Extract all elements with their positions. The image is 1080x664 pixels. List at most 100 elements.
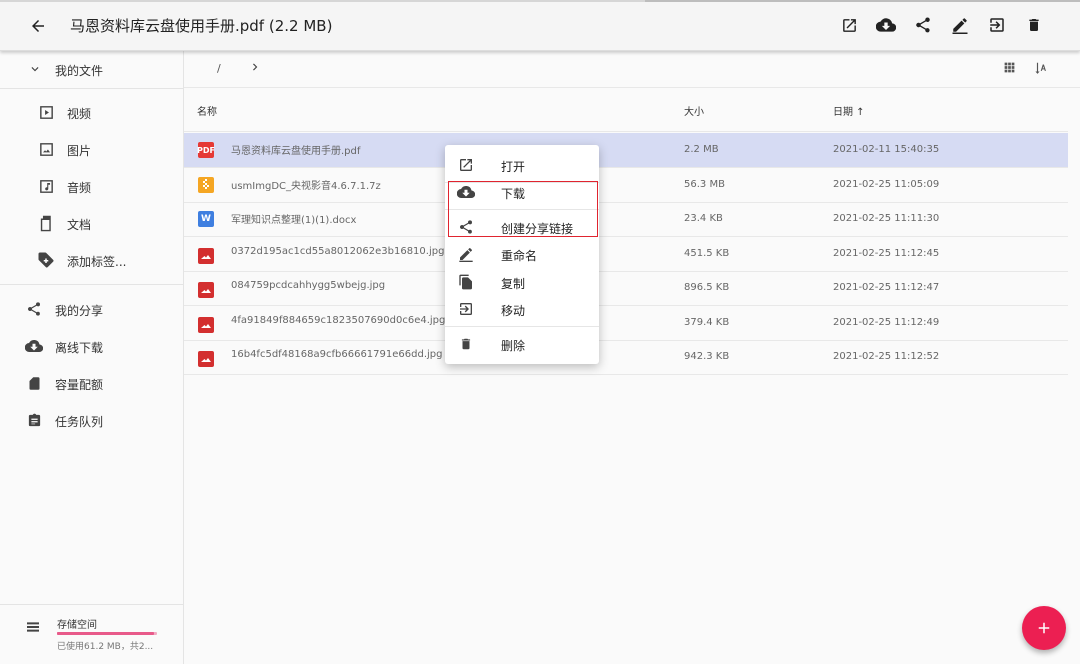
sidebar-item-add-tag[interactable]: 添加标签... (0, 242, 183, 278)
move-icon (457, 300, 475, 318)
sd-card-icon (25, 374, 43, 392)
image-file-icon (198, 248, 214, 264)
table-row[interactable]: 16b4fc5df48168a9cfb66661791e66dd.jpg 942… (184, 340, 1068, 375)
menu-item-label: 复制 (501, 277, 526, 291)
video-icon (37, 103, 55, 121)
sidebar-my-files[interactable]: 我的文件 (0, 51, 183, 87)
menu-item-move[interactable]: 移动 (445, 296, 599, 322)
file-browser: / 名称 大小 日期 ↑ PDF 马恩资料库云盘使用手册.pdf 2.2 MB … (184, 51, 1080, 664)
menu-item-copy[interactable]: 复制 (445, 269, 599, 295)
word-file-icon: W (198, 211, 214, 227)
sidebar-item-my-share[interactable]: 我的分享 (0, 291, 183, 327)
plus-icon (1038, 622, 1050, 634)
column-header-name[interactable]: 名称 (197, 103, 217, 118)
app-bar: 马恩资料库云盘使用手册.pdf (2.2 MB) (0, 0, 1080, 51)
table-row[interactable]: 084759pcdcahhygg5wbejg.jpg 896.5 KB 2021… (184, 271, 1068, 306)
table-row[interactable]: 4fa91849f884659c1823507690d0c6e4.jpg 379… (184, 306, 1068, 341)
open-button[interactable] (837, 13, 861, 37)
menu-item-label: 打开 (501, 160, 526, 174)
menu-item-label: 删除 (501, 339, 526, 353)
sidebar-item-task-queue[interactable]: 任务队列 (0, 402, 183, 438)
delete-icon (457, 335, 475, 353)
cloud-download-icon (25, 337, 43, 355)
table-row[interactable]: PDF 马恩资料库云盘使用手册.pdf 2.2 MB 2021-02-11 15… (184, 133, 1068, 168)
file-size: 942.3 KB (684, 351, 730, 362)
sidebar-item-document[interactable]: 文档 (0, 205, 183, 241)
file-date: 2021-02-25 11:11:30 (833, 213, 940, 224)
sidebar-item-quota[interactable]: 容量配额 (0, 365, 183, 401)
file-date: 2021-02-25 11:12:45 (833, 248, 940, 259)
rename-button[interactable] (948, 13, 972, 37)
clipboard-icon (25, 411, 43, 429)
audio-icon (37, 177, 55, 195)
table-row[interactable]: usmImgDC_央视影音4.6.7.1.7z 56.3 MB 2021-02-… (184, 168, 1068, 203)
top-edge-dark (645, 0, 1080, 2)
column-header-size[interactable]: 大小 (684, 103, 704, 118)
chevron-right-icon[interactable] (248, 60, 262, 77)
sidebar-my-files-label: 我的文件 (55, 64, 104, 78)
sidebar-item-offline-download[interactable]: 离线下载 (0, 328, 183, 364)
breadcrumb-root[interactable]: / (217, 62, 221, 75)
menu-divider (445, 326, 599, 327)
storage-list-icon (24, 619, 42, 638)
toolbar-actions (837, 13, 1046, 37)
sidebar-item-label: 容量配额 (55, 378, 104, 392)
menu-item-open[interactable]: 打开 (445, 152, 599, 178)
file-date: 2021-02-25 11:12:47 (833, 282, 940, 293)
storage-panel[interactable]: 存储空间 已使用61.2 MB，共2... (0, 604, 183, 664)
back-button[interactable] (26, 14, 50, 38)
archive-file-icon (198, 177, 214, 193)
copy-icon (457, 273, 475, 291)
edit-icon (457, 245, 475, 263)
open-in-new-icon (457, 156, 475, 174)
table-row[interactable]: W 军理知识点整理(1)(1).docx 23.4 KB 2021-02-25 … (184, 202, 1068, 237)
move-button[interactable] (985, 13, 1009, 37)
download-button[interactable] (874, 13, 898, 37)
arrow-left-icon (32, 20, 44, 32)
divider (0, 284, 183, 285)
column-header-date[interactable]: 日期 ↑ (833, 103, 865, 118)
table-row[interactable]: 0372d195ac1cd55a8012062e3b16810.jpg 451.… (184, 237, 1068, 272)
file-name: 084759pcdcahhygg5wbejg.jpg (231, 280, 386, 291)
file-date: 2021-02-11 15:40:35 (833, 144, 940, 155)
delete-button[interactable] (1022, 13, 1046, 37)
file-date: 2021-02-25 11:12:52 (833, 351, 940, 362)
table-header: 名称 大小 日期 ↑ (184, 89, 1068, 132)
file-size: 896.5 KB (684, 282, 730, 293)
file-name: 4fa91849f884659c1823507690d0c6e4.jpg (231, 315, 446, 326)
sidebar-item-image[interactable]: 图片 (0, 131, 183, 167)
share-button[interactable] (911, 13, 935, 37)
file-size: 379.4 KB (684, 317, 730, 328)
sidebar-item-audio[interactable]: 音频 (0, 168, 183, 204)
image-icon (37, 140, 55, 158)
storage-progress-fill (57, 632, 154, 635)
sidebar-item-video[interactable]: 视频 (0, 94, 183, 130)
edit-icon (952, 18, 968, 34)
menu-item-label: 重命名 (501, 249, 538, 263)
file-size: 451.5 KB (684, 248, 730, 259)
file-name: 马恩资料库云盘使用手册.pdf (231, 146, 361, 157)
page-title: 马恩资料库云盘使用手册.pdf (2.2 MB) (70, 17, 333, 35)
sidebar-item-label: 图片 (67, 144, 92, 158)
share-icon (916, 17, 930, 33)
document-icon (37, 214, 55, 232)
menu-item-delete[interactable]: 删除 (445, 331, 599, 357)
context-menu: 打开 下载 创建分享链接 重命名 复制 移动 删除 (445, 145, 599, 364)
sidebar-item-label: 添加标签... (67, 255, 127, 269)
breadcrumb: / (184, 51, 1080, 88)
sidebar-item-label: 我的分享 (55, 304, 104, 318)
file-name: usmImgDC_央视影音4.6.7.1.7z (231, 181, 381, 192)
share-icon (25, 300, 43, 318)
sort-icon[interactable] (1034, 61, 1048, 78)
file-size: 23.4 KB (684, 213, 723, 224)
chevron-down-icon (26, 60, 44, 78)
cloud-download-icon (876, 18, 896, 32)
menu-item-rename[interactable]: 重命名 (445, 241, 599, 267)
storage-used-text: 已使用61.2 MB，共2... (57, 642, 154, 652)
sidebar-item-label: 音频 (67, 181, 92, 195)
file-name: 16b4fc5df48168a9cfb66661791e66dd.jpg (231, 349, 443, 360)
file-name: 军理知识点整理(1)(1).docx (231, 215, 357, 226)
add-fab-button[interactable] (1022, 606, 1066, 650)
grid-view-icon[interactable] (1003, 61, 1016, 77)
delete-icon (1029, 19, 1039, 31)
